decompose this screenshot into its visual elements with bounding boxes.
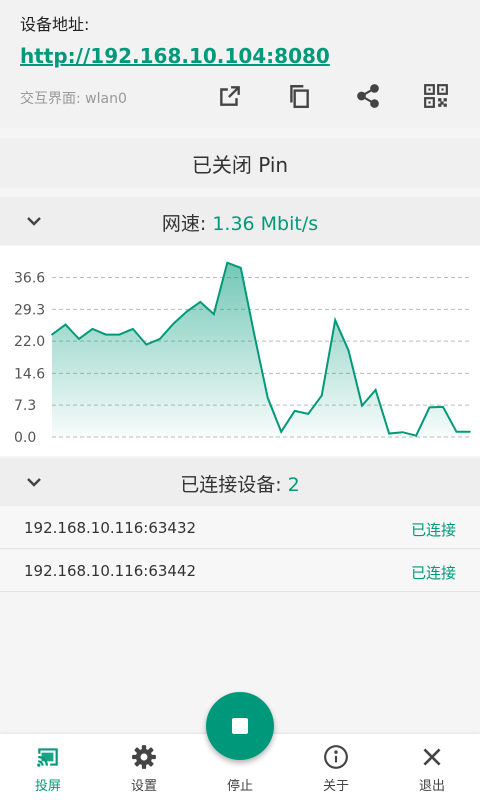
- data-point: [401, 431, 404, 434]
- qr-code-button[interactable]: [418, 78, 454, 114]
- list-item[interactable]: 192.168.10.116:63432 已连接: [0, 507, 480, 549]
- pin-status-card[interactable]: 已关闭 Pin: [0, 138, 480, 188]
- nav-label-settings: 设置: [130, 779, 157, 794]
- share-button[interactable]: [350, 78, 386, 114]
- data-point: [239, 267, 242, 269]
- data-point: [334, 319, 336, 322]
- nav-item-about[interactable]: 关于: [288, 734, 384, 800]
- client-address: 192.168.10.116:63432: [24, 519, 197, 537]
- nav-item-exit[interactable]: 退出: [384, 734, 480, 800]
- nav-item-cast[interactable]: 投屏: [0, 734, 96, 800]
- data-point: [469, 430, 471, 433]
- data-point: [78, 338, 80, 340]
- y-tick-label: 14.6: [14, 366, 45, 382]
- data-point: [253, 333, 256, 336]
- stop-icon: [232, 718, 248, 734]
- speed-chart-svg: 36.6 29.3 22.0 14.6 7.3 0.0: [14, 261, 471, 446]
- nav-label-cast: 投屏: [34, 779, 61, 794]
- data-point: [320, 394, 323, 397]
- data-point: [91, 328, 94, 330]
- connections-title: 已连接设备: 2: [0, 470, 480, 497]
- info-icon: [324, 745, 348, 769]
- connections-label: 已连接设备:: [180, 474, 288, 496]
- y-tick-label: 36.6: [14, 271, 45, 287]
- y-tick-label: 0.0: [14, 430, 36, 446]
- data-point: [428, 406, 431, 409]
- open-external-icon: [220, 86, 240, 106]
- open-external-button[interactable]: [212, 78, 248, 114]
- speed-title: 网速: 1.36 Mbit/s: [0, 209, 480, 236]
- pin-status-label: 已关闭 Pin: [191, 152, 289, 177]
- gear-icon: [132, 745, 156, 769]
- data-point: [266, 396, 269, 399]
- data-point: [145, 343, 148, 346]
- qr-code-icon: [424, 84, 448, 108]
- address-card: 设备地址: http://192.168.10.104:8080 交互界面: w…: [0, 0, 480, 128]
- data-point: [172, 322, 175, 325]
- close-icon: [423, 748, 441, 766]
- data-point: [199, 301, 202, 303]
- data-point: [132, 328, 134, 330]
- data-point: [307, 413, 309, 415]
- interface-label: 交互界面: wlan0: [20, 91, 127, 107]
- data-point: [442, 406, 444, 408]
- nav-label-about: 关于: [322, 779, 349, 794]
- data-point: [388, 432, 390, 435]
- stop-fab-button[interactable]: [206, 692, 274, 760]
- data-point: [213, 313, 215, 315]
- nav-label-exit: 退出: [418, 779, 445, 794]
- data-point: [105, 333, 107, 336]
- address-title: 设备地址:: [20, 15, 90, 34]
- data-point: [293, 410, 296, 412]
- y-tick-label: 22.0: [14, 334, 45, 350]
- client-status: 已连接: [410, 564, 456, 582]
- speed-header[interactable]: 网速: 1.36 Mbit/s: [0, 197, 480, 245]
- share-icon: [357, 84, 379, 108]
- client-address: 192.168.10.116:63442: [24, 562, 197, 580]
- data-point: [415, 434, 417, 437]
- data-point: [226, 261, 229, 264]
- data-point: [280, 430, 283, 433]
- cast-icon: [37, 748, 58, 767]
- copy-icon: [290, 85, 309, 109]
- client-status: 已连接: [410, 521, 456, 539]
- data-point: [186, 310, 188, 313]
- nav-item-settings[interactable]: 设置: [96, 734, 192, 800]
- data-point: [361, 404, 363, 407]
- address-url-link[interactable]: http://192.168.10.104:8080: [20, 44, 330, 68]
- y-tick-label: 29.3: [14, 302, 45, 318]
- data-point: [118, 333, 121, 336]
- data-point: [64, 323, 67, 326]
- data-point: [374, 389, 377, 391]
- connections-count: 2: [287, 474, 300, 496]
- list-item[interactable]: 192.168.10.116:63442 已连接: [0, 550, 480, 592]
- nav-label-stop: 停止: [226, 779, 253, 794]
- speed-label: 网速:: [161, 213, 213, 235]
- connections-header[interactable]: 已连接设备: 2: [0, 458, 480, 506]
- y-tick-label: 7.3: [14, 398, 36, 414]
- speed-area: [52, 262, 470, 437]
- speed-value: 1.36 Mbit/s: [212, 213, 319, 235]
- data-point: [159, 338, 161, 340]
- copy-button[interactable]: [281, 78, 317, 114]
- data-point: [51, 333, 53, 336]
- data-point: [347, 349, 350, 352]
- data-point: [455, 430, 458, 433]
- speed-chart: 36.6 29.3 22.0 14.6 7.3 0.0: [0, 246, 480, 456]
